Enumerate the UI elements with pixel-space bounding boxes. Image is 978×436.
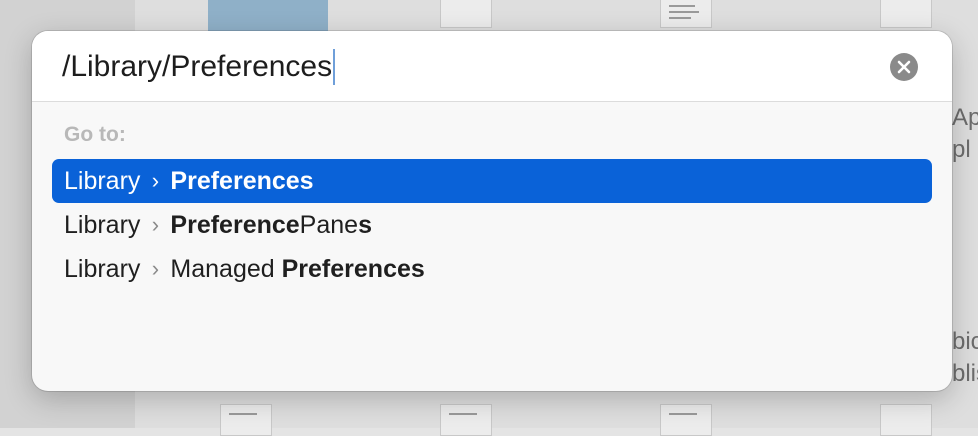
suggestion-item[interactable]: Library › Managed Preferences [52, 247, 932, 291]
suggestion-parent: Library [64, 254, 141, 283]
chevron-right-icon: › [151, 256, 160, 281]
suggestion-name: Managed Preferences [170, 255, 424, 284]
xmark-circle-icon [897, 60, 911, 74]
suggestion-name-part: Managed [170, 254, 282, 283]
suggestion-name: Preferences [170, 167, 313, 196]
suggestion-name-part: s [358, 210, 372, 239]
background-selected-file [208, 0, 328, 32]
path-input[interactable]: /Library/Preferences [62, 48, 336, 86]
background-label: pl [952, 136, 971, 163]
suggestion-name-part: Preferences [281, 254, 425, 283]
suggestion-parent: Library [64, 166, 141, 195]
suggestion-name-part: Pane [299, 210, 359, 239]
background-file-thumbnail [880, 0, 932, 28]
background-file-thumbnail [660, 404, 712, 436]
suggestion-parent: Library [64, 210, 141, 239]
suggestion-list: Library › Preferences Library › Preferen… [52, 159, 932, 291]
background-file-thumbnail [880, 404, 932, 436]
background-label: bic [952, 328, 978, 355]
suggestion-item[interactable]: Library › PreferencePanes [52, 203, 932, 247]
background-label: blis [952, 360, 978, 387]
suggestion-name: PreferencePanes [170, 211, 372, 240]
background-file-thumbnail [220, 404, 272, 436]
background-file-thumbnail [440, 0, 492, 28]
chevron-right-icon: › [151, 168, 160, 193]
background-label: Ap [952, 104, 978, 131]
suggestion-item[interactable]: Library › Preferences [52, 159, 932, 203]
path-field-row: /Library/Preferences [32, 31, 952, 102]
background-file-thumbnail [440, 404, 492, 436]
suggestion-name-part: Preference [170, 210, 300, 239]
go-to-label: Go to: [64, 123, 126, 146]
chevron-right-icon: › [151, 212, 160, 237]
clear-button[interactable] [890, 53, 918, 81]
background-file-thumbnail [660, 0, 712, 28]
path-input-text: /Library/Preferences [62, 50, 333, 83]
go-to-folder-dialog: /Library/Preferences Go to: Library › Pr… [32, 31, 952, 391]
suggestion-name-part: Preferences [170, 166, 314, 195]
text-caret [333, 49, 336, 85]
